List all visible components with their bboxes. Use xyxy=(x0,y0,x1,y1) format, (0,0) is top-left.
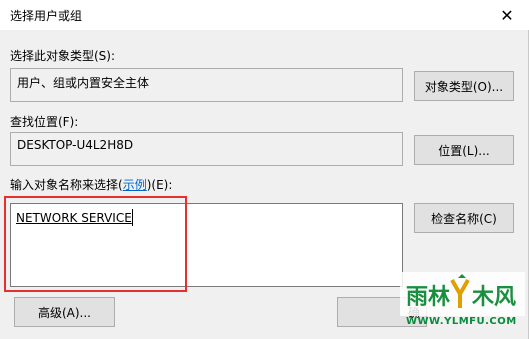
object-type-field: 用户、组或内置安全主体 xyxy=(10,68,403,102)
svg-text:木风: 木风 xyxy=(471,285,516,310)
location-field: DESKTOP-U4L2H8D xyxy=(10,132,403,166)
watermark-url: WWW.YLMFU.COM xyxy=(406,316,517,327)
site-watermark: 雨林 木风 WWW.YLMFU.COM xyxy=(400,272,525,334)
watermark-logo-icon: 雨林 木风 xyxy=(400,272,525,316)
title-bar: 选择用户或组 ✕ xyxy=(0,0,529,30)
check-names-button[interactable]: 检查名称(C) xyxy=(414,203,514,233)
locations-button[interactable]: 位置(L)... xyxy=(414,135,514,165)
annotation-highlight-box xyxy=(4,196,187,292)
object-types-button[interactable]: 对象类型(O)... xyxy=(414,71,514,101)
object-names-label: 输入对象名称来选择(示例)(E): xyxy=(10,178,173,192)
window-title: 选择用户或组 xyxy=(10,9,83,23)
close-icon[interactable]: ✕ xyxy=(485,0,529,30)
svg-text:雨林: 雨林 xyxy=(406,285,450,310)
object-type-label: 选择此对象类型(S): xyxy=(10,49,116,63)
location-label: 查找位置(F): xyxy=(10,115,79,129)
advanced-button[interactable]: 高级(A)... xyxy=(14,297,115,327)
examples-link[interactable]: 示例 xyxy=(123,178,147,192)
